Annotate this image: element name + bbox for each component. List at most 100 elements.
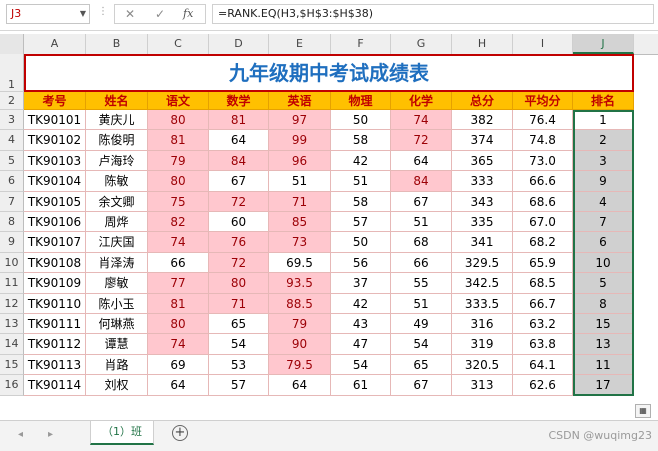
row-header-8[interactable]: 8	[0, 212, 24, 233]
data-cell[interactable]: 肖路	[86, 354, 148, 376]
row-header-6[interactable]: 6	[0, 171, 24, 192]
data-cell[interactable]: 9	[573, 171, 634, 192]
data-cell[interactable]: 343	[452, 191, 513, 212]
data-cell[interactable]: 72	[209, 191, 269, 212]
data-cell[interactable]: 1	[573, 110, 634, 131]
data-cell[interactable]: TK90108	[24, 252, 86, 274]
data-cell[interactable]: TK90111	[24, 314, 86, 335]
data-cell[interactable]: 74	[148, 334, 209, 355]
data-cell[interactable]: 319	[452, 334, 513, 355]
data-cell[interactable]: 58	[331, 130, 391, 151]
column-title-cell[interactable]: 平均分	[513, 92, 573, 110]
data-cell[interactable]: 64	[269, 375, 331, 396]
formula-input[interactable]: =RANK.EQ(H3,$H$3:$H$38)	[212, 4, 654, 24]
data-cell[interactable]: 72	[391, 130, 452, 151]
data-cell[interactable]: 65	[209, 314, 269, 335]
data-cell[interactable]: TK90110	[24, 293, 86, 314]
column-header-i[interactable]: I	[513, 34, 573, 54]
data-cell[interactable]: TK90112	[24, 334, 86, 355]
data-cell[interactable]: 77	[148, 273, 209, 294]
data-cell[interactable]: TK90113	[24, 354, 86, 376]
data-cell[interactable]: 62.6	[513, 375, 573, 396]
data-cell[interactable]: 何琳燕	[86, 314, 148, 335]
data-cell[interactable]: 90	[269, 334, 331, 355]
column-title-cell[interactable]: 考号	[24, 92, 86, 110]
data-cell[interactable]: 60	[209, 212, 269, 233]
data-cell[interactable]: 57	[209, 375, 269, 396]
data-cell[interactable]: 65	[391, 354, 452, 376]
data-cell[interactable]: 335	[452, 212, 513, 233]
data-cell[interactable]: 15	[573, 314, 634, 335]
row-header-2[interactable]: 2	[0, 92, 24, 110]
data-cell[interactable]: 54	[391, 334, 452, 355]
data-cell[interactable]: 84	[209, 150, 269, 172]
data-cell[interactable]: 2	[573, 130, 634, 151]
data-cell[interactable]: 96	[269, 150, 331, 172]
data-cell[interactable]: 66.7	[513, 293, 573, 314]
data-cell[interactable]: 江庆国	[86, 232, 148, 253]
data-cell[interactable]: 刘权	[86, 375, 148, 396]
data-cell[interactable]: 13	[573, 334, 634, 355]
data-cell[interactable]: 47	[331, 334, 391, 355]
data-cell[interactable]: 57	[331, 212, 391, 233]
data-cell[interactable]: 42	[331, 293, 391, 314]
data-cell[interactable]: 65.9	[513, 252, 573, 274]
data-cell[interactable]: 66	[148, 252, 209, 274]
data-cell[interactable]: 51	[269, 171, 331, 192]
data-cell[interactable]: 51	[331, 171, 391, 192]
data-cell[interactable]: 17	[573, 375, 634, 396]
data-cell[interactable]: 49	[391, 314, 452, 335]
data-cell[interactable]: 79	[148, 150, 209, 172]
data-cell[interactable]: 55	[391, 273, 452, 294]
data-cell[interactable]: 37	[331, 273, 391, 294]
data-cell[interactable]: 97	[269, 110, 331, 131]
data-cell[interactable]: TK90106	[24, 212, 86, 233]
data-cell[interactable]: 6	[573, 232, 634, 253]
name-box[interactable]: J3 ▼	[6, 4, 90, 24]
data-cell[interactable]: 88.5	[269, 293, 331, 314]
data-cell[interactable]: 63.2	[513, 314, 573, 335]
column-header-d[interactable]: D	[209, 34, 269, 54]
data-cell[interactable]: 谭慧	[86, 334, 148, 355]
data-cell[interactable]: TK90107	[24, 232, 86, 253]
data-cell[interactable]: 68.6	[513, 191, 573, 212]
quick-analysis-icon[interactable]: ▦	[635, 404, 651, 418]
data-cell[interactable]: 64	[148, 375, 209, 396]
data-cell[interactable]: 54	[209, 334, 269, 355]
data-cell[interactable]: 10	[573, 252, 634, 274]
column-title-cell[interactable]: 数学	[209, 92, 269, 110]
data-cell[interactable]: TK90104	[24, 171, 86, 192]
column-header-a[interactable]: A	[24, 34, 86, 54]
data-cell[interactable]: 79.5	[269, 354, 331, 376]
data-cell[interactable]: 53	[209, 354, 269, 376]
column-header-b[interactable]: B	[86, 34, 148, 54]
data-cell[interactable]: 64	[209, 130, 269, 151]
column-title-cell[interactable]: 英语	[269, 92, 331, 110]
data-cell[interactable]: 84	[391, 171, 452, 192]
data-cell[interactable]: 80	[148, 171, 209, 192]
data-cell[interactable]: 3	[573, 150, 634, 172]
data-cell[interactable]: 71	[269, 191, 331, 212]
data-cell[interactable]: 333.5	[452, 293, 513, 314]
data-cell[interactable]: 64	[391, 150, 452, 172]
data-cell[interactable]: 5	[573, 273, 634, 294]
data-cell[interactable]: 50	[331, 232, 391, 253]
data-cell[interactable]: 陈敏	[86, 171, 148, 192]
data-cell[interactable]: 81	[148, 293, 209, 314]
insert-function-icon[interactable]: fx	[183, 5, 193, 23]
data-cell[interactable]: 67	[391, 375, 452, 396]
row-header-10[interactable]: 10	[0, 252, 24, 274]
chevron-down-icon[interactable]: ▼	[80, 5, 86, 23]
data-cell[interactable]: TK90101	[24, 110, 86, 131]
column-header-g[interactable]: G	[391, 34, 452, 54]
data-cell[interactable]: 陈小玉	[86, 293, 148, 314]
data-cell[interactable]: 76	[209, 232, 269, 253]
column-header-h[interactable]: H	[452, 34, 513, 54]
data-cell[interactable]: 81	[148, 130, 209, 151]
add-sheet-icon[interactable]: +	[172, 425, 188, 441]
data-cell[interactable]: 99	[269, 130, 331, 151]
row-header-1[interactable]: 1	[0, 54, 24, 92]
data-cell[interactable]: 黄庆儿	[86, 110, 148, 131]
select-all-corner[interactable]	[0, 34, 24, 54]
row-header-3[interactable]: 3	[0, 110, 24, 131]
